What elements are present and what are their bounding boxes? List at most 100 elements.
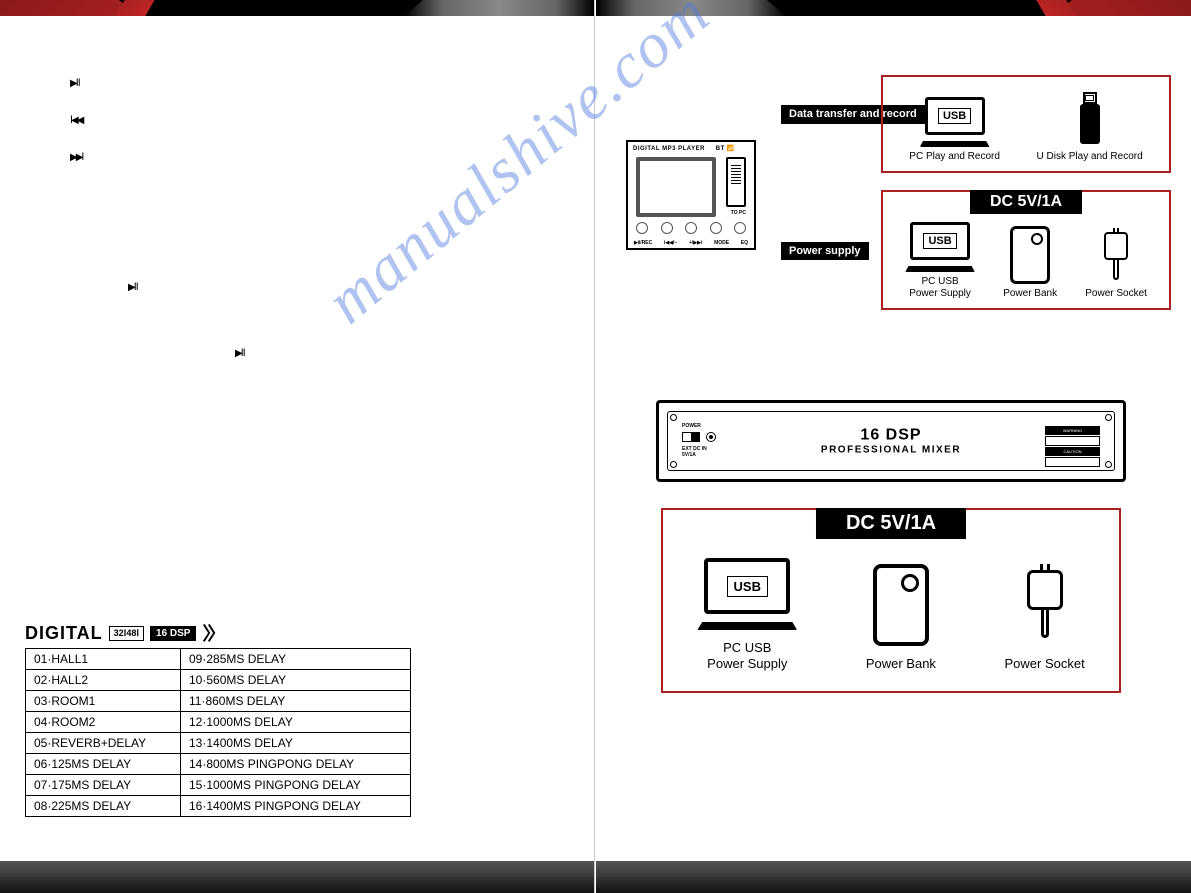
usb-label: USB [938, 108, 971, 124]
table-cell: 06·125MS DELAY [26, 754, 181, 775]
table-cell: 16·1400MS PINGPONG DELAY [181, 796, 411, 817]
table-cell: 03·ROOM1 [26, 691, 181, 712]
powerbank-icon [1010, 226, 1050, 284]
mp3-topc-label: TO PC [731, 210, 746, 216]
power-supply-box-bottom: DC 5V/1A USB PC USB Power Supply Power B… [661, 508, 1121, 693]
laptop-icon: USB [905, 222, 975, 272]
mp3-button-labels: ▶Ⅱ/REC Ⅰ◀◀/− +/▶▶Ⅰ MODE EQ [634, 240, 748, 246]
socket-device: Power Socket [1085, 232, 1147, 300]
screw-icon [670, 414, 677, 421]
table-row: 02·HALL210·560MS DELAY [26, 670, 411, 691]
mp3-btn-label: +/▶▶Ⅰ [689, 240, 702, 246]
power-supply-box-top: DC 5V/1A USB PC USB Power Supply Power B… [881, 190, 1171, 310]
mixer-sub-label: PROFESSIONAL MIXER [821, 445, 961, 456]
table-cell: 10·560MS DELAY [181, 670, 411, 691]
connector-line [756, 185, 906, 187]
prev-icon: Ⅰ◀◀ [70, 115, 82, 126]
mp3-btn [661, 222, 673, 234]
play-pause-icon-3: ▶Ⅱ [235, 348, 244, 359]
mp3-btn-label: MODE [714, 240, 729, 246]
table-cell: 01·HALL1 [26, 649, 181, 670]
powerbank-icon [873, 564, 929, 646]
mp3-screen [636, 157, 716, 217]
mp3-player-diagram: DIGITAL MP3 PLAYER BT 📶 TO PC ▶Ⅱ/REC Ⅰ◀◀/… [626, 140, 756, 250]
digital-label: DIGITAL [25, 623, 103, 644]
chevron-icon: 〉〉 [202, 620, 221, 646]
table-cell: 07·175MS DELAY [26, 775, 181, 796]
table-row: 03·ROOM111·860MS DELAY [26, 691, 411, 712]
data-transfer-box: USB PC Play and Record U Disk Play and R… [881, 75, 1171, 173]
table-cell: 09·285MS DELAY [181, 649, 411, 670]
screw-icon [1105, 414, 1112, 421]
table-row: 01·HALL109·285MS DELAY [26, 649, 411, 670]
top-notch-right [596, 0, 786, 16]
usb-label: USB [923, 233, 956, 249]
table-row: 07·175MS DELAY15·1000MS PINGPONG DELAY [26, 775, 411, 796]
pc-usb-label-lg: PC USB Power Supply [707, 640, 787, 671]
top-notch-left [404, 0, 594, 16]
laptop-power: USB PC USB Power Supply [905, 222, 975, 300]
mp3-title: DIGITAL MP3 PLAYER BT 📶 [628, 142, 754, 155]
mp3-btn [685, 222, 697, 234]
pc-usb-label: PC USB Power Supply [909, 276, 971, 300]
mp3-usb-port [726, 157, 746, 207]
socket-icon [1101, 232, 1131, 284]
laptop-icon: USB [920, 97, 990, 147]
dc5v-header-lg: DC 5V/1A [816, 508, 966, 539]
table-cell: 04·ROOM2 [26, 712, 181, 733]
connector-line [756, 185, 758, 250]
caution-text [1045, 457, 1100, 467]
socket-icon [1023, 570, 1067, 646]
table-row: 04·ROOM212·1000MS DELAY [26, 712, 411, 733]
table-row: 06·125MS DELAY14·800MS PINGPONG DELAY [26, 754, 411, 775]
power-switch-icon [682, 432, 700, 442]
dc5v-header: DC 5V/1A [970, 190, 1082, 214]
warning-label: WARNING [1045, 426, 1100, 435]
table-row: 05·REVERB+DELAY13·1400MS DELAY [26, 733, 411, 754]
page-right: DIGITAL MP3 PLAYER BT 📶 TO PC ▶Ⅱ/REC Ⅰ◀◀/… [596, 0, 1191, 893]
powerbank-lg-device: Power Bank [866, 564, 936, 672]
mixer-diagram: POWER EXT DC IN 5V/1A 16 DSP PROFESSIONA… [656, 400, 1126, 482]
play-pause-icon-2: ▶Ⅱ [128, 282, 137, 293]
mp3-btn-label: Ⅰ◀◀/− [664, 240, 677, 246]
table-cell: 05·REVERB+DELAY [26, 733, 181, 754]
screw-icon [1105, 461, 1112, 468]
socket-lg-device: Power Socket [1005, 570, 1085, 672]
udisk-device: U Disk Play and Record [1037, 92, 1143, 163]
pill-16dsp: 16 DSP [150, 626, 196, 641]
page-left: ▶Ⅱ Ⅰ◀◀ ▶▶Ⅰ ▶Ⅱ ▶Ⅱ DIGITAL 32Ⅰ48Ⅰ 16 DSP 〉… [0, 0, 595, 893]
pc-play-label: PC Play and Record [909, 151, 1000, 163]
powerbank-label: Power Bank [1003, 288, 1057, 300]
socket-label: Power Socket [1085, 288, 1147, 300]
screw-icon [670, 461, 677, 468]
powerbank-device: Power Bank [1003, 226, 1057, 300]
dsp-preset-table: 01·HALL109·285MS DELAY02·HALL210·560MS D… [25, 648, 411, 817]
socket-label-lg: Power Socket [1005, 656, 1085, 672]
play-pause-icon: ▶Ⅱ [70, 78, 82, 89]
mp3-btn [710, 222, 722, 234]
caution-label: CAUTION [1045, 447, 1100, 456]
bottom-border-r [596, 877, 1191, 893]
mixer-dsp-label: 16 DSP [821, 427, 961, 445]
laptop-lg-device: USB PC USB Power Supply [697, 558, 797, 671]
table-cell: 02·HALL2 [26, 670, 181, 691]
digital-section-header: DIGITAL 32Ⅰ48Ⅰ 16 DSP 〉〉 [25, 620, 221, 646]
mp3-btn-label: ▶Ⅱ/REC [634, 240, 652, 246]
udisk-label: U Disk Play and Record [1037, 151, 1143, 163]
laptop-icon: USB [697, 558, 797, 630]
table-row: 08·225MS DELAY16·1400MS PINGPONG DELAY [26, 796, 411, 817]
voltage-label: EXT DC IN 5V/1A [682, 446, 707, 458]
dc-jack-icon [706, 432, 716, 442]
playback-icons: ▶Ⅱ Ⅰ◀◀ ▶▶Ⅰ [70, 78, 82, 189]
powerbank-label-lg: Power Bank [866, 656, 936, 672]
mixer-warning: WARNING CAUTION [1045, 426, 1100, 468]
mp3-btn-label: EQ [741, 240, 748, 246]
power-supply-label: Power supply [781, 242, 869, 260]
pill-3248: 32Ⅰ48Ⅰ [109, 626, 144, 641]
table-cell: 08·225MS DELAY [26, 796, 181, 817]
mp3-btn [636, 222, 648, 234]
table-cell: 11·860MS DELAY [181, 691, 411, 712]
mp3-btn [734, 222, 746, 234]
table-cell: 13·1400MS DELAY [181, 733, 411, 754]
warning-text [1045, 436, 1100, 446]
